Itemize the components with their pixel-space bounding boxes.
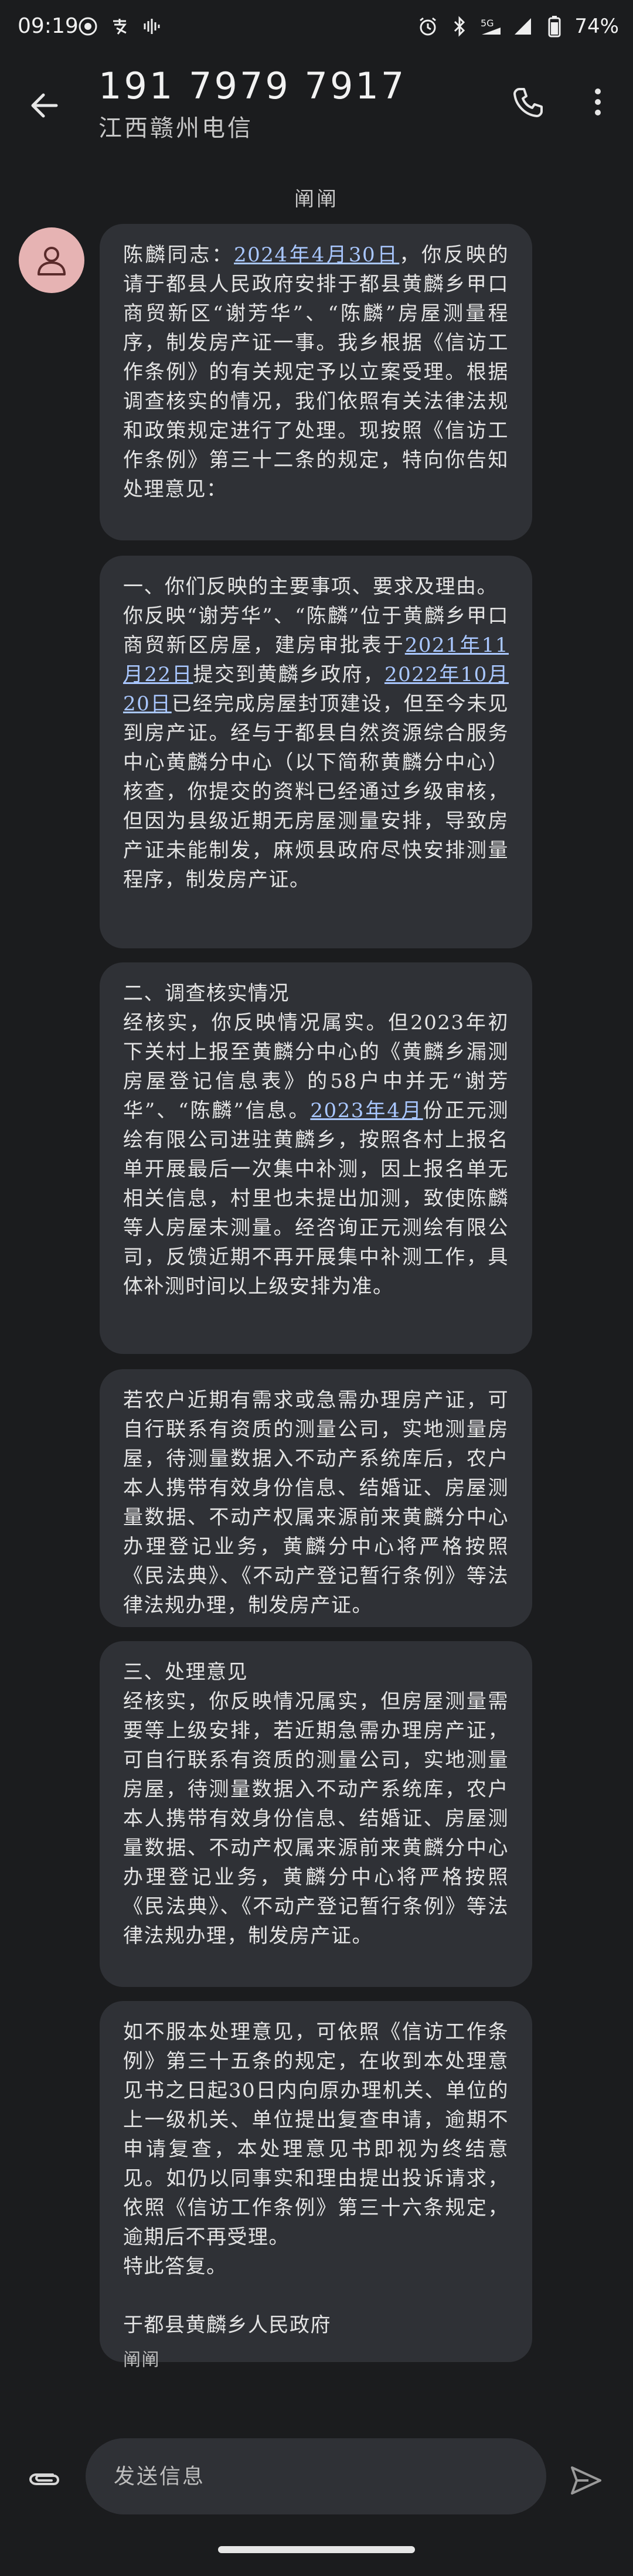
message-text: 一、你们反映的主要事项、要求及理由。 <box>123 575 498 598</box>
date-link[interactable]: 2024年4月30日 <box>234 243 399 267</box>
message-bubble[interactable]: 若农户近期有需求或急需办理房产证，可自行联系有资质的测量公司，实地测量房屋，待测… <box>100 1369 532 1627</box>
home-indicator[interactable] <box>218 2546 415 2553</box>
message-text: 份正元测绘有限公司进驻黄麟乡，按照各村上报名单开展最后一次集中补测，因上报名单无… <box>123 1099 509 1298</box>
phone-icon <box>513 88 543 117</box>
message-paragraph: 经核实，你反映情况属实，但房屋测量需要等上级安排，若近期急需办理房产证，可自行联… <box>123 1687 509 1951</box>
arrow-left-icon <box>31 93 58 118</box>
signal-icon <box>511 15 535 38</box>
battery-percent: 74% <box>574 15 619 38</box>
message-text: 已经完成房屋封顶建设，但至今未见到房产证。经与于都县自然资源综合服务中心黄麟分中… <box>123 692 509 891</box>
message-text: 若农户近期有需求或急需办理房产证，可自行联系有资质的测量公司，实地测量房屋，待测… <box>123 1389 509 1617</box>
svg-text:5G: 5G <box>481 18 494 29</box>
message-paragraph: 你反映“谢芳华”、“陈麟”位于黄麟乡甲口商贸新区房屋，建房审批表于2021年11… <box>123 601 509 894</box>
messages-app: 09:19 5G 74% 191 7979 7917 江西赣州电信 阐阐 陈麟同… <box>0 0 633 2576</box>
message-paragraph: 三、处理意见 <box>123 1658 509 1687</box>
message-bubble[interactable]: 一、你们反映的主要事项、要求及理由。你反映“谢芳华”、“陈麟”位于黄麟乡甲口商贸… <box>100 556 532 948</box>
message-text: 二、调查核实情况 <box>123 982 290 1005</box>
message-paragraph: 若农户近期有需求或急需办理房产证，可自行联系有资质的测量公司，实地测量房屋，待测… <box>123 1386 509 1620</box>
message-bubble[interactable]: 陈麟同志：2024年4月30日，你反映的请于都县人民政府安排于都县黄麟乡甲口商贸… <box>100 224 532 540</box>
status-time: 09:19 <box>18 14 79 38</box>
message-input[interactable] <box>86 2438 546 2514</box>
alarm-icon <box>416 15 440 38</box>
network-5g-icon: 5G <box>479 15 503 38</box>
conversation-header: 191 7979 7917 江西赣州电信 <box>0 59 633 182</box>
avatar[interactable] <box>19 227 84 293</box>
battery-icon <box>543 15 566 38</box>
message-paragraph: 二、调查核实情况 <box>123 979 509 1008</box>
send-icon <box>571 2466 601 2495</box>
contact-carrier: 江西赣州电信 <box>98 115 253 142</box>
paperclip-icon <box>29 2473 60 2485</box>
message-bubble[interactable]: 如不服本处理意见，可依照《信访工作条例》第三十五条的规定，在收到本处理意见书之日… <box>100 2001 532 2370</box>
message-paragraph <box>123 2281 509 2310</box>
message-paragraph: 特此答复。 <box>123 2252 509 2281</box>
bluetooth-icon <box>448 15 471 38</box>
more-vert-icon <box>595 89 601 115</box>
message-paragraph: 一、你们反映的主要事项、要求及理由。 <box>123 572 509 601</box>
message-paragraph: 陈麟同志：2024年4月30日，你反映的请于都县人民政府安排于都县黄麟乡甲口商贸… <box>123 240 509 504</box>
message-paragraph: 如不服本处理意见，可依照《信访工作条例》第三十五条的规定，在收到本处理意见书之日… <box>123 2017 509 2252</box>
message-text: ，你反映的请于都县人民政府安排于都县黄麟乡甲口商贸新区“谢芳华”、“陈麟”房屋测… <box>123 243 509 501</box>
message-text: 于都县黄麟乡人民政府 <box>123 2313 331 2337</box>
status-left-icons <box>76 12 163 41</box>
message-text: 经核实，你反映情况属实，但房屋测量需要等上级安排，若近期急需办理房产证，可自行联… <box>123 1690 509 1948</box>
send-button[interactable] <box>560 2455 612 2506</box>
message-sender-label: 阐阐 <box>123 2350 160 2370</box>
attach-button[interactable] <box>21 2456 68 2503</box>
voice-notification-icon <box>139 15 163 38</box>
message-bubble[interactable]: 三、处理意见经核实，你反映情况属实，但房屋测量需要等上级安排，若近期急需办理房产… <box>100 1641 532 1987</box>
message-text: 三、处理意见 <box>123 1660 248 1684</box>
date-link[interactable]: 2023年4月 <box>310 1099 423 1122</box>
more-options-button[interactable] <box>580 79 615 125</box>
back-button[interactable] <box>21 82 68 129</box>
message-paragraph: 于都县黄麟乡人民政府 <box>123 2310 509 2340</box>
message-paragraph: 经核实，你反映情况属实。但2023年初下关村上报至黄麟分中心的《黄麟乡漏测房屋登… <box>123 1008 509 1301</box>
status-right-icons: 5G 74% <box>416 12 619 41</box>
alipay-notification-icon <box>108 15 131 38</box>
message-text: 如不服本处理意见，可依照《信访工作条例》第三十五条的规定，在收到本处理意见书之日… <box>123 2020 509 2249</box>
message-text: 提交到黄麟乡政府， <box>193 663 384 686</box>
app-notification-icon <box>76 15 100 38</box>
message-text: 陈麟同志： <box>123 243 234 267</box>
message-bubble[interactable]: 二、调查核实情况经核实，你反映情况属实。但2023年初下关村上报至黄麟分中心的《… <box>100 962 532 1354</box>
message-text: 特此答复。 <box>123 2255 227 2278</box>
contact-number: 191 7979 7917 <box>98 64 407 107</box>
message-text <box>123 2284 130 2308</box>
call-button[interactable] <box>504 79 551 125</box>
sender-label: 阐阐 <box>294 188 339 211</box>
person-icon <box>38 247 66 275</box>
status-bar: 09:19 5G 74% <box>0 0 633 59</box>
